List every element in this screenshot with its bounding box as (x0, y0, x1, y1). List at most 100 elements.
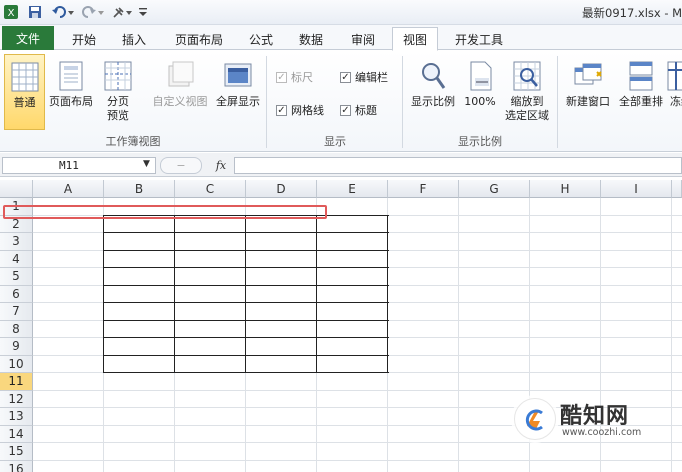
row-header[interactable]: 6 (0, 285, 33, 303)
table-border (104, 284, 389, 286)
row-header[interactable]: 9 (0, 338, 33, 356)
column-header[interactable]: F (388, 180, 459, 198)
normal-view-icon (11, 62, 38, 92)
new-window-label: 新建窗口 (566, 95, 610, 108)
column-header[interactable]: D (246, 180, 317, 198)
redo-icon[interactable] (80, 3, 106, 21)
row-header[interactable]: 4 (0, 250, 33, 268)
formula-input[interactable] (234, 157, 682, 174)
column-header[interactable]: G (459, 180, 530, 198)
zoom-button[interactable]: 显示比例 (406, 54, 460, 130)
gridlines-check-mark: ✓ (276, 104, 287, 116)
row-header[interactable]: 11 (0, 373, 33, 391)
magnifier-icon (422, 63, 446, 89)
gridlines-label: 网格线 (291, 104, 324, 117)
zoom-selection-label-2: 选定区域 (505, 109, 549, 122)
row-header[interactable]: 14 (0, 425, 33, 443)
tab-page-layout[interactable]: 页面布局 (165, 27, 233, 51)
page-break-preview-button[interactable]: 分页 预览 (98, 54, 138, 130)
workbook-views-group-label: 工作簿视图 (105, 135, 161, 148)
table-border (104, 337, 389, 338)
window-title: 最新0917.xlsx - M (582, 6, 682, 20)
arrange-all-label: 全部重排 (619, 95, 663, 108)
customize-toolbar-icon[interactable] (136, 3, 150, 21)
row-header[interactable]: 8 (0, 320, 33, 338)
tab-data[interactable]: 数据 (290, 27, 332, 51)
row-header[interactable]: 15 (0, 443, 33, 461)
tools-icon[interactable] (110, 3, 134, 21)
page-layout-view-button[interactable]: 页面布局 (45, 54, 97, 130)
table-border (104, 302, 389, 303)
zoom-selection-label-1: 缩放到 (510, 95, 544, 108)
row-header[interactable]: 13 (0, 408, 33, 426)
table-border (104, 354, 389, 356)
column-header[interactable]: A (33, 180, 104, 198)
zoom-100-icon (470, 61, 492, 91)
full-screen-button[interactable]: 全屏显示 (212, 54, 264, 130)
tab-insert[interactable]: 插入 (113, 27, 155, 51)
arrange-all-button[interactable]: 全部重排 (616, 54, 666, 130)
new-window-button[interactable]: 新建窗口 (560, 54, 616, 130)
select-all-corner[interactable] (0, 180, 33, 198)
grid-line (33, 459, 682, 461)
row-header[interactable]: 16 (0, 460, 33, 472)
ruler-checkbox[interactable]: ✓ 标尺 (276, 69, 313, 85)
row-header[interactable]: 12 (0, 390, 33, 408)
custom-views-icon (168, 61, 194, 87)
row-header[interactable]: 5 (0, 268, 33, 286)
column-header[interactable]: B (104, 180, 175, 198)
column-header[interactable]: C (175, 180, 246, 198)
column-header[interactable] (672, 180, 682, 198)
table-border (316, 214, 317, 373)
tab-view[interactable]: 视图 (392, 27, 438, 51)
custom-views-button[interactable]: 自定义视图 (148, 54, 212, 130)
tab-formulas[interactable]: 公式 (240, 27, 282, 51)
group-separator (402, 56, 403, 148)
zoom-100-label: 100% (464, 95, 496, 108)
zoom-to-selection-button[interactable]: 缩放到 选定区域 (500, 54, 554, 130)
column-header[interactable]: I (601, 180, 672, 198)
table-border (104, 319, 389, 321)
column-header[interactable]: H (530, 180, 601, 198)
formula-bar-label: 编辑栏 (355, 71, 388, 84)
tab-developer[interactable]: 开发工具 (446, 27, 512, 51)
table-border (387, 214, 388, 373)
tab-file[interactable]: 文件 (2, 26, 54, 50)
row-header[interactable]: 10 (0, 355, 33, 373)
formula-bar-check-mark: ✓ (340, 71, 351, 83)
freeze-panes-button[interactable]: 冻结 (666, 54, 682, 130)
row-header[interactable]: 7 (0, 303, 33, 321)
excel-app-icon[interactable]: X (2, 3, 20, 21)
svg-text:X: X (8, 8, 15, 19)
undo-icon[interactable] (50, 3, 76, 21)
name-box-dropdown-icon[interactable]: ▼ (143, 159, 150, 169)
formula-cancel-enter[interactable]: − (160, 157, 202, 174)
row-header[interactable]: 3 (0, 233, 33, 251)
page-layout-icon (59, 61, 83, 91)
page-break-label-1: 分页 (107, 95, 129, 108)
name-box[interactable]: M11 (2, 157, 156, 174)
formula-bar-checkbox[interactable]: ✓ 编辑栏 (340, 69, 388, 85)
save-icon[interactable] (26, 3, 44, 21)
table-border (174, 214, 175, 373)
column-header[interactable]: E (317, 180, 388, 198)
normal-view-button[interactable]: 普通 (4, 54, 45, 130)
tab-review[interactable]: 审阅 (342, 27, 384, 51)
page-break-icon (104, 61, 132, 91)
ruler-label: 标尺 (291, 71, 313, 84)
table-border (104, 249, 389, 251)
freeze-panes-label: 冻结 (670, 95, 682, 108)
grid-line (671, 198, 672, 472)
insert-function-button[interactable]: fx (212, 157, 230, 174)
zoom-selection-icon (513, 61, 541, 91)
full-screen-label: 全屏显示 (216, 95, 260, 108)
headings-checkbox[interactable]: ✓ 标题 (340, 102, 377, 118)
tab-home[interactable]: 开始 (62, 27, 106, 51)
coozhi-logo-icon (514, 398, 556, 440)
table-border (245, 214, 246, 373)
zoom-100-button[interactable]: 100% (460, 54, 500, 130)
new-window-icon (574, 63, 602, 85)
gridlines-checkbox[interactable]: ✓ 网格线 (276, 102, 324, 118)
headings-label: 标题 (355, 104, 377, 117)
group-separator (557, 56, 558, 148)
